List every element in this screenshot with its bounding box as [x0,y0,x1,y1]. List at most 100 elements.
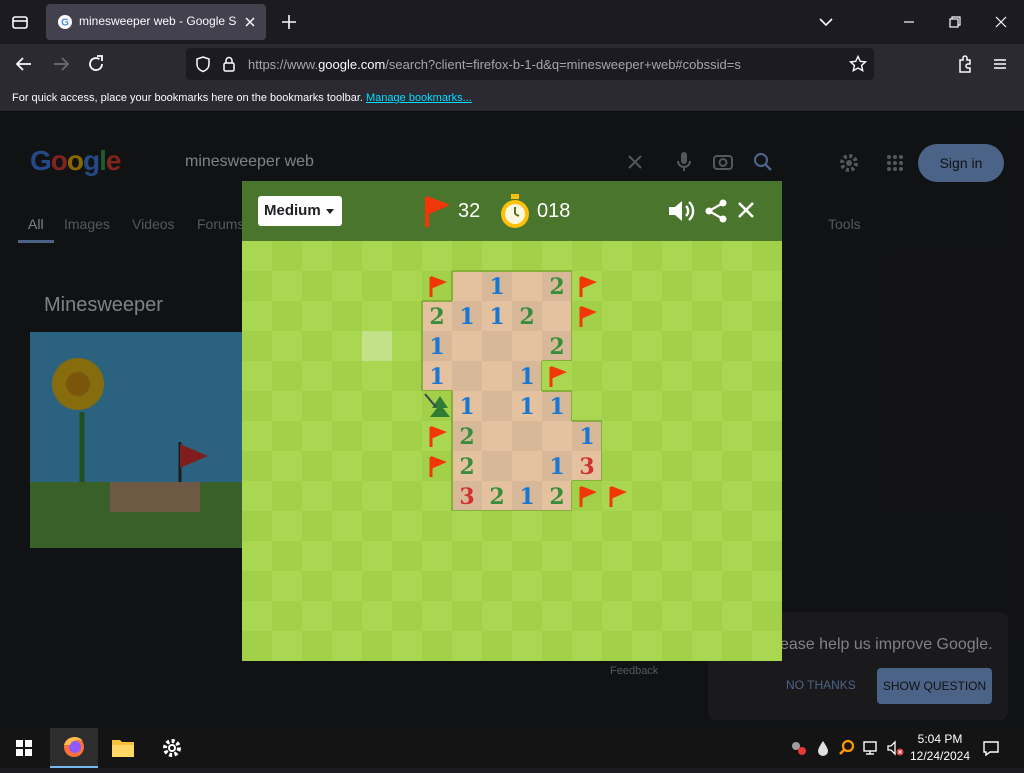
revealed-cell[interactable] [482,421,512,451]
revealed-cell[interactable] [512,421,542,451]
grass-cell[interactable] [242,571,272,601]
cell-number[interactable]: 2 [549,334,564,360]
grass-cell[interactable] [662,481,692,511]
grass-cell[interactable] [692,541,722,571]
grass-cell[interactable] [482,631,512,661]
grass-cell[interactable] [722,421,752,451]
cell-number[interactable]: 1 [579,424,594,450]
grass-cell[interactable] [662,331,692,361]
share-icon[interactable] [703,198,729,224]
grass-cell[interactable] [632,511,662,541]
grass-cell[interactable] [692,331,722,361]
grass-cell[interactable] [482,541,512,571]
grass-cell[interactable] [542,511,572,541]
grass-cell[interactable] [692,391,722,421]
grass-cell[interactable] [302,451,332,481]
grass-cell[interactable] [392,481,422,511]
grass-cell[interactable] [602,301,632,331]
revealed-cell[interactable] [512,271,542,301]
clock-date[interactable]: 12/24/2024 [906,749,974,763]
grass-cell[interactable] [722,481,752,511]
grass-cell[interactable] [392,391,422,421]
grass-cell[interactable] [362,271,392,301]
grass-cell[interactable] [362,481,392,511]
grass-cell[interactable] [482,241,512,271]
grass-cell[interactable] [752,511,782,541]
cell-number[interactable]: 2 [549,274,564,300]
grass-cell[interactable] [242,331,272,361]
grass-cell[interactable] [692,601,722,631]
grass-cell[interactable] [392,271,422,301]
revealed-cell[interactable] [482,361,512,391]
grass-cell[interactable] [392,331,422,361]
grass-cell[interactable] [302,511,332,541]
grass-cell[interactable] [302,541,332,571]
grass-cell[interactable] [722,391,752,421]
grass-cell[interactable] [452,571,482,601]
revealed-cell[interactable] [482,451,512,481]
cell-number[interactable]: 3 [459,484,474,510]
grass-cell[interactable] [392,241,422,271]
grass-cell[interactable] [692,481,722,511]
grass-cell[interactable] [572,361,602,391]
grass-cell[interactable] [752,451,782,481]
grass-cell[interactable] [332,481,362,511]
grass-cell[interactable] [602,451,632,481]
revealed-cell[interactable] [542,421,572,451]
back-arrow-icon[interactable] [12,52,36,76]
grass-cell[interactable] [452,241,482,271]
grass-cell[interactable] [332,361,362,391]
grass-cell[interactable] [362,451,392,481]
grass-cell[interactable] [602,541,632,571]
grass-cell[interactable] [302,631,332,661]
grass-cell[interactable] [332,451,362,481]
grass-cell[interactable] [662,541,692,571]
grass-cell[interactable] [392,631,422,661]
windows-start-icon[interactable] [0,728,48,768]
cell-number[interactable]: 1 [429,334,444,360]
grass-cell[interactable] [512,571,542,601]
grass-cell[interactable] [722,271,752,301]
grass-cell[interactable] [662,301,692,331]
close-tab-icon[interactable] [242,14,258,30]
grass-cell[interactable] [272,421,302,451]
grass-cell[interactable] [242,391,272,421]
cell-number[interactable]: 2 [549,484,564,510]
grass-cell[interactable] [662,421,692,451]
reload-icon[interactable] [84,52,108,76]
grass-cell[interactable] [722,241,752,271]
grass-cell[interactable] [602,421,632,451]
grass-cell[interactable] [722,511,752,541]
grass-cell[interactable] [452,511,482,541]
grass-cell[interactable] [392,601,422,631]
grass-cell[interactable] [722,331,752,361]
grass-cell[interactable] [482,571,512,601]
grass-cell[interactable] [332,391,362,421]
firefox-taskbar-icon[interactable] [50,728,98,768]
grass-cell[interactable] [752,301,782,331]
grass-cell[interactable] [542,631,572,661]
grass-cell[interactable] [362,421,392,451]
grass-cell[interactable] [272,391,302,421]
cell-number[interactable]: 1 [429,364,444,390]
grass-cell[interactable] [572,571,602,601]
grass-cell[interactable] [362,511,392,541]
grass-cell[interactable] [362,301,392,331]
grass-cell[interactable] [572,331,602,361]
grass-cell[interactable] [272,271,302,301]
hovered-cell[interactable] [362,331,392,361]
grass-cell[interactable] [752,271,782,301]
chevron-down-icon[interactable] [816,12,836,32]
grass-cell[interactable] [332,271,362,301]
grass-cell[interactable] [482,511,512,541]
grass-cell[interactable] [632,271,662,301]
revealed-cell[interactable] [512,331,542,361]
grass-cell[interactable] [602,271,632,301]
grass-cell[interactable] [722,541,752,571]
grass-cell[interactable] [692,511,722,541]
grass-cell[interactable] [302,571,332,601]
grass-cell[interactable] [632,631,662,661]
grass-cell[interactable] [302,481,332,511]
grass-cell[interactable] [362,541,392,571]
new-tab-icon[interactable] [279,12,299,32]
